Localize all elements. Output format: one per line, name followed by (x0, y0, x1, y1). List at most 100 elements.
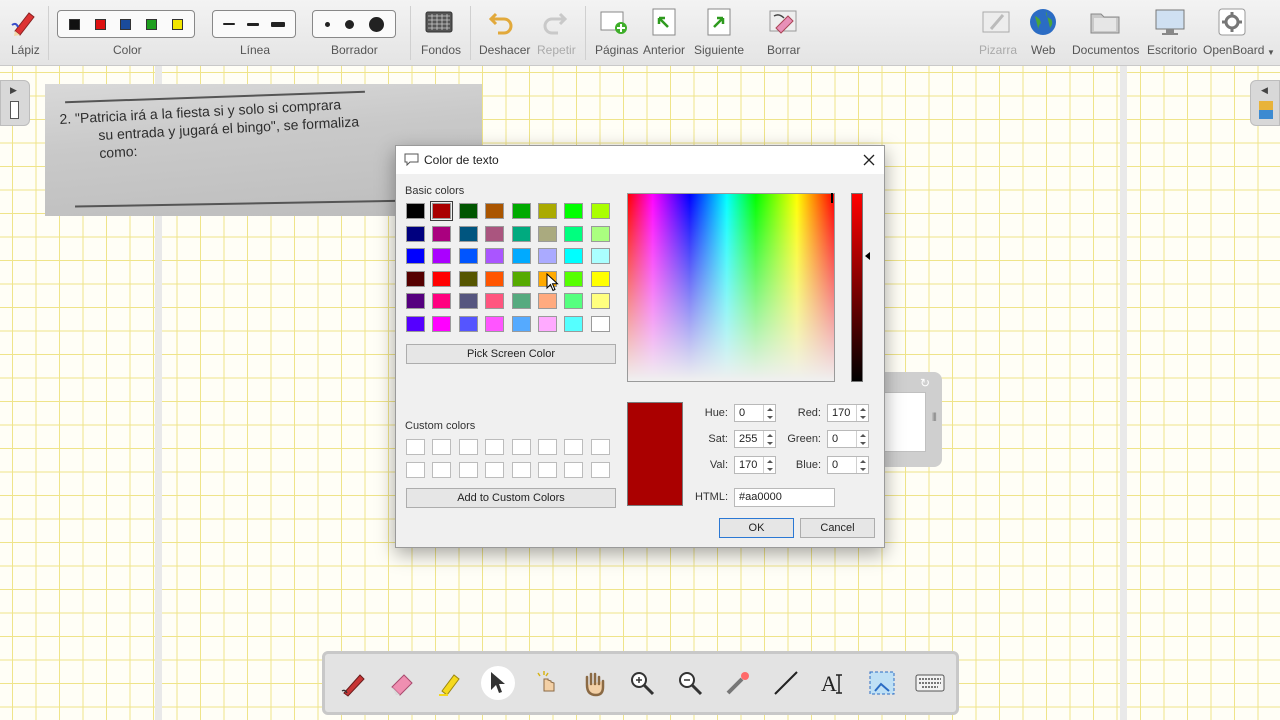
custom-color-swatch[interactable] (511, 439, 531, 455)
custom-color-swatch[interactable] (564, 439, 584, 455)
basic-color-swatch[interactable] (432, 225, 452, 242)
hue-saturation-spectrum[interactable] (627, 193, 835, 382)
capture-tool-icon[interactable] (865, 666, 899, 700)
red-spinbox[interactable]: 170 (827, 404, 869, 422)
custom-color-swatch[interactable] (537, 439, 557, 455)
previous-page-icon[interactable] (648, 6, 680, 38)
basic-color-swatch[interactable] (458, 248, 478, 265)
val-spinbox[interactable]: 170 (734, 456, 776, 474)
basic-color-swatch[interactable] (511, 203, 531, 219)
pen-tool-icon[interactable] (337, 666, 371, 700)
zoom-out-icon[interactable] (673, 666, 707, 700)
custom-color-swatch[interactable] (458, 439, 478, 455)
text-tool-icon[interactable]: A (817, 666, 851, 700)
line-thick[interactable] (271, 21, 285, 27)
line-medium[interactable] (247, 22, 259, 26)
value-slider[interactable] (851, 193, 863, 382)
spin-arrows-icon[interactable] (763, 405, 775, 421)
custom-color-swatch[interactable] (537, 461, 557, 478)
basic-color-swatch[interactable] (485, 248, 505, 265)
board-icon[interactable] (980, 6, 1012, 38)
custom-color-swatch[interactable] (485, 461, 505, 478)
basic-color-swatch[interactable] (590, 315, 610, 332)
basic-color-swatch[interactable] (406, 270, 425, 287)
basic-color-swatch[interactable] (590, 225, 610, 242)
custom-color-swatch[interactable] (406, 461, 425, 478)
highlighter-tool-icon[interactable] (433, 666, 467, 700)
eraser-tool-icon[interactable] (385, 666, 419, 700)
value-slider-arrow-icon[interactable] (865, 252, 870, 260)
basic-color-swatch[interactable] (432, 293, 452, 310)
pencil-label[interactable]: Lápiz (11, 43, 40, 57)
next-page-icon[interactable] (703, 6, 735, 38)
desktop-label[interactable]: Escritorio (1147, 43, 1197, 57)
custom-color-swatch[interactable] (432, 439, 452, 455)
basic-color-swatch[interactable] (406, 248, 425, 265)
color-swatch-black[interactable] (69, 18, 81, 30)
hue-spinbox[interactable]: 0 (734, 404, 776, 422)
basic-color-swatch[interactable] (458, 293, 478, 310)
documents-folder-icon[interactable] (1089, 6, 1121, 38)
spin-arrows-icon[interactable] (763, 431, 775, 447)
custom-color-swatch[interactable] (590, 439, 610, 455)
custom-color-swatch[interactable] (432, 461, 452, 478)
basic-color-swatch[interactable] (406, 203, 425, 219)
rotate-handle-icon[interactable]: ↻ (920, 376, 930, 390)
blue-spinbox[interactable]: 0 (827, 456, 869, 474)
basic-color-swatch[interactable] (406, 315, 425, 332)
basic-color-swatch[interactable] (537, 315, 557, 332)
basic-color-swatch[interactable] (564, 293, 584, 310)
eraser-large[interactable] (368, 16, 384, 32)
basic-color-swatch[interactable] (406, 225, 425, 242)
left-palette-toggle[interactable]: ▶ (0, 80, 30, 126)
line-width-group[interactable] (212, 10, 296, 38)
ok-button[interactable]: OK (719, 518, 794, 538)
right-palette-toggle[interactable]: ◀ (1250, 80, 1280, 126)
interact-hand-icon[interactable] (529, 666, 563, 700)
custom-color-swatch[interactable] (590, 461, 610, 478)
pages-icon[interactable] (598, 6, 630, 38)
line-tool-icon[interactable] (769, 666, 803, 700)
basic-color-swatch[interactable] (511, 315, 531, 332)
openboard-gear-icon[interactable] (1216, 6, 1248, 38)
color-swatch-green[interactable] (146, 18, 158, 30)
basic-color-swatch[interactable] (537, 293, 557, 310)
basic-color-swatch[interactable] (458, 270, 478, 287)
redo-label[interactable]: Repetir (537, 43, 576, 57)
undo-icon[interactable] (486, 6, 518, 38)
laser-pointer-icon[interactable] (721, 666, 755, 700)
green-spinbox[interactable]: 0 (827, 430, 869, 448)
basic-color-swatch[interactable] (430, 201, 454, 221)
openboard-label[interactable]: OpenBoard (1203, 43, 1264, 57)
basic-color-swatch[interactable] (564, 248, 584, 265)
eraser-medium[interactable] (344, 19, 354, 29)
hand-pan-icon[interactable] (577, 666, 611, 700)
spin-arrows-icon[interactable] (856, 405, 868, 421)
color-swatch-red[interactable] (94, 18, 106, 30)
custom-color-swatch[interactable] (511, 461, 531, 478)
add-to-custom-colors-button[interactable]: Add to Custom Colors (406, 488, 616, 508)
line-thin[interactable] (223, 23, 235, 25)
basic-color-swatch[interactable] (564, 203, 584, 219)
basic-color-swatch[interactable] (511, 293, 531, 310)
basic-color-swatch[interactable] (406, 293, 425, 310)
redo-icon[interactable] (538, 6, 570, 38)
spin-arrows-icon[interactable] (763, 457, 775, 473)
erase-label[interactable]: Borrar (767, 43, 800, 57)
custom-color-swatch[interactable] (406, 439, 425, 455)
eraser-size-group[interactable] (312, 10, 396, 38)
basic-color-swatch[interactable] (511, 270, 531, 287)
spectrum-crosshair-icon[interactable] (831, 193, 833, 203)
basic-color-swatch[interactable] (590, 248, 610, 265)
basic-color-swatch[interactable] (564, 315, 584, 332)
basic-color-swatch[interactable] (537, 225, 557, 242)
erase-all-icon[interactable] (767, 6, 799, 38)
basic-color-swatch[interactable] (564, 270, 584, 287)
backgrounds-icon[interactable] (423, 6, 455, 38)
color-swatch-blue[interactable] (120, 18, 132, 30)
basic-color-swatch[interactable] (537, 203, 557, 219)
board-label[interactable]: Pizarra (979, 43, 1017, 57)
basic-color-swatch[interactable] (432, 270, 452, 287)
text-widget-body[interactable] (880, 392, 926, 452)
basic-color-swatch[interactable] (485, 293, 505, 310)
